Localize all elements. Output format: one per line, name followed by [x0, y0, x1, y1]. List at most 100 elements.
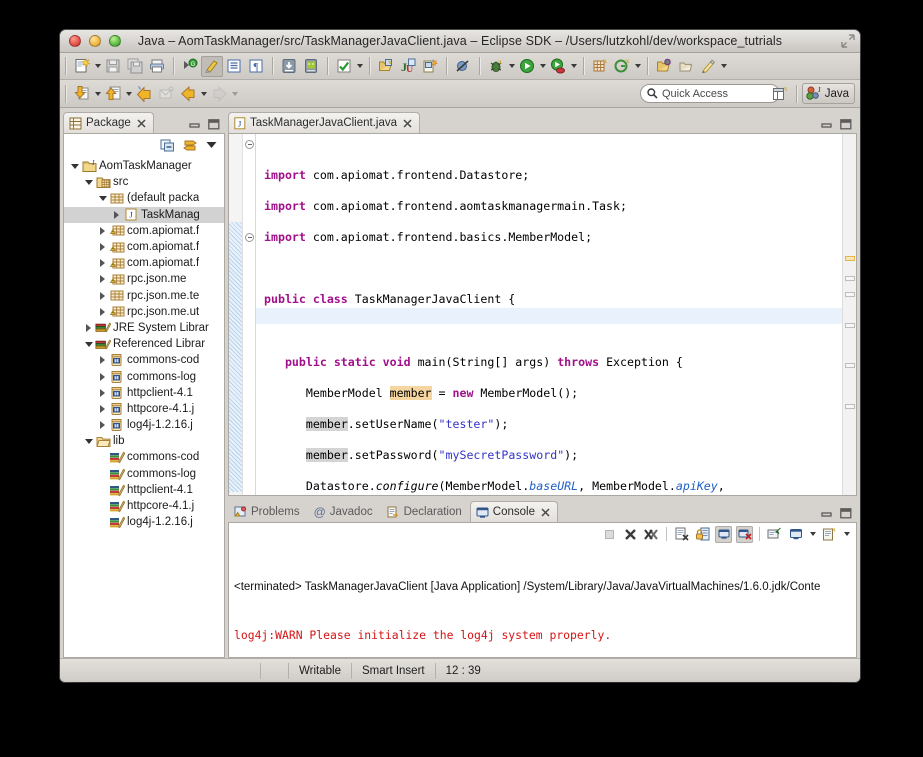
occurrence-marker[interactable] [845, 363, 855, 368]
tree-twisty-closed-icon[interactable] [110, 211, 123, 219]
open-editor-button[interactable] [155, 83, 177, 104]
occurrence-marker[interactable] [845, 292, 855, 297]
remove-all-terminated-launches-button[interactable] [643, 526, 660, 543]
clear-console-button[interactable] [673, 526, 690, 543]
tree-item[interactable]: log4j-1.2.16.j [64, 514, 224, 530]
tree-twisty-closed-icon[interactable] [82, 324, 95, 332]
last-edit-location-button[interactable] [133, 83, 155, 104]
scroll-lock-button[interactable] [694, 526, 711, 543]
tree-item[interactable]: 010commons-log [64, 368, 224, 384]
edit-pencil-dropdown-arrow[interactable] [719, 56, 728, 76]
minimize-console-icon[interactable] [821, 508, 833, 519]
close-window-button[interactable] [69, 35, 81, 47]
fold-marker-main-method[interactable] [245, 233, 254, 242]
resize-window-icon[interactable] [841, 34, 855, 48]
back-button[interactable] [177, 83, 199, 104]
external-tools-dropdown-arrow[interactable] [569, 56, 578, 76]
tree-item[interactable]: 010log4j-1.2.16.j [64, 417, 224, 433]
skip-all-breakpoints-button[interactable] [452, 56, 474, 77]
new-wizard-dropdown-arrow[interactable] [93, 56, 102, 76]
open-perspective-button[interactable] [769, 83, 791, 104]
link-with-editor-icon[interactable] [182, 137, 199, 153]
debug-button[interactable] [485, 56, 507, 77]
android-sdk-manager-button[interactable] [278, 56, 300, 77]
tree-twisty-closed-icon[interactable] [96, 389, 109, 397]
open-console-dropdown-arrow[interactable] [842, 524, 851, 544]
new-java-class-button[interactable] [419, 56, 441, 77]
tree-item[interactable]: lib [64, 433, 224, 449]
tree-item[interactable]: com.apiomat.f [64, 255, 224, 271]
tree-item[interactable]: rpc.json.me [64, 271, 224, 287]
editor-annotation-ruler[interactable] [229, 134, 243, 495]
tab-taskmanagerjavaclient[interactable]: J TaskManagerJavaClient.java [228, 112, 420, 133]
tree-item[interactable]: src [64, 174, 224, 190]
tree-twisty-closed-icon[interactable] [96, 227, 109, 235]
tree-item[interactable]: JAomTaskManager [64, 158, 224, 174]
new-java-package-button[interactable] [589, 56, 611, 77]
show-whitespace-characters-button[interactable]: ¶ [245, 56, 267, 77]
tree-twisty-open-icon[interactable] [82, 342, 95, 347]
tree-item[interactable]: JTaskManag [64, 207, 224, 223]
tree-twisty-closed-icon[interactable] [96, 292, 109, 300]
run-dropdown-arrow[interactable] [538, 56, 547, 76]
tree-item[interactable]: Referenced Librar [64, 336, 224, 352]
next-annotation-button[interactable] [71, 83, 93, 104]
remove-launch-button[interactable] [622, 526, 639, 543]
toggle-block-selection-button[interactable] [201, 56, 223, 77]
tab-console[interactable]: Console [470, 501, 558, 522]
edit-pencil-button[interactable] [697, 56, 719, 77]
occurrence-marker[interactable] [845, 276, 855, 281]
tree-twisty-closed-icon[interactable] [96, 356, 109, 364]
package-tree[interactable]: JAomTaskManagersrc(default packaJTaskMan… [64, 156, 224, 656]
build-dropdown-arrow[interactable] [355, 56, 364, 76]
tree-item[interactable]: rpc.json.me.te [64, 288, 224, 304]
tree-twisty-closed-icon[interactable] [96, 259, 109, 267]
tree-item[interactable]: JRE System Librar [64, 320, 224, 336]
quick-access-input[interactable]: Quick Access [640, 84, 780, 103]
occurrence-marker[interactable] [845, 256, 855, 261]
pin-console-button[interactable] [766, 526, 783, 543]
tree-item[interactable]: commons-log [64, 466, 224, 482]
debug-dropdown-arrow[interactable] [507, 56, 516, 76]
show-console-on-standard-error-button[interactable] [736, 526, 753, 543]
tab-javadoc[interactable]: @ Javadoc [308, 501, 381, 522]
save-all-button[interactable] [124, 56, 146, 77]
tab-package-explorer[interactable]: Package [63, 112, 154, 133]
tree-item[interactable]: 010httpclient-4.1 [64, 385, 224, 401]
console-output[interactable]: <terminated> TaskManagerJavaClient [Java… [229, 545, 856, 658]
display-selected-console-button[interactable] [787, 526, 804, 543]
new-junit-test-button[interactable]: J U [397, 56, 419, 77]
maximize-view-icon[interactable] [208, 119, 220, 130]
minimize-view-icon[interactable] [189, 119, 201, 130]
back-dropdown-arrow[interactable] [199, 84, 208, 104]
occurrence-marker[interactable] [845, 404, 855, 409]
close-icon[interactable] [137, 119, 146, 128]
display-selected-console-dropdown-arrow[interactable] [808, 524, 817, 544]
build-button[interactable] [333, 56, 355, 77]
toggle-mark-occurrences-button[interactable]: G [179, 56, 201, 77]
run-button[interactable] [516, 56, 538, 77]
external-tools-button[interactable] [547, 56, 569, 77]
maximize-console-icon[interactable] [840, 508, 852, 519]
tree-item[interactable]: 010commons-cod [64, 352, 224, 368]
collapse-all-icon[interactable] [160, 137, 176, 153]
fold-marker-imports[interactable] [245, 140, 254, 149]
perspective-java-button[interactable]: J Java [802, 83, 855, 104]
next-annotation-dropdown-arrow[interactable] [93, 84, 102, 104]
save-button[interactable] [102, 56, 124, 77]
new-wizard-button[interactable] [71, 56, 93, 77]
minimize-window-button[interactable] [89, 35, 101, 47]
view-menu-icon[interactable] [205, 139, 218, 150]
occurrence-marker[interactable] [845, 323, 855, 328]
close-icon[interactable] [403, 119, 412, 128]
editor-overview-ruler[interactable] [842, 134, 856, 495]
tab-declaration[interactable]: Declaration [381, 501, 470, 522]
activate-task-button[interactable] [675, 56, 697, 77]
show-source-folding-button[interactable] [223, 56, 245, 77]
editor-folding-ruler[interactable] [243, 134, 256, 495]
previous-annotation-button[interactable] [102, 83, 124, 104]
forward-dropdown-arrow[interactable] [230, 84, 239, 104]
open-console-button[interactable] [821, 526, 838, 543]
tree-twisty-closed-icon[interactable] [96, 308, 109, 316]
tree-twisty-open-icon[interactable] [82, 180, 95, 185]
